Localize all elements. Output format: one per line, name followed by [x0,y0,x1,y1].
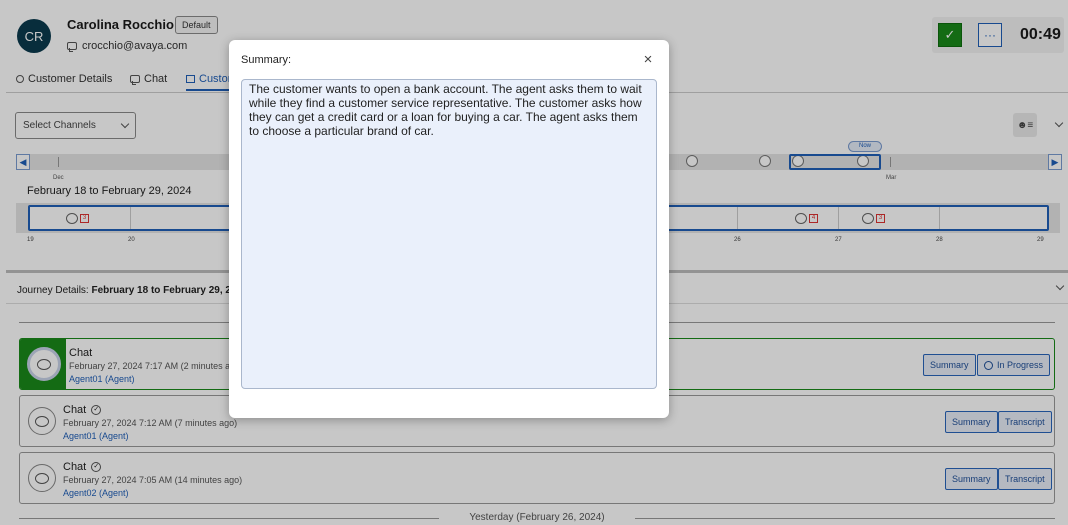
summary-textarea[interactable]: The customer wants to open a bank accoun… [241,79,657,389]
dialog-title: Summary: [241,54,292,66]
summary-dialog: Summary: × The customer wants to open a … [229,40,669,418]
close-icon[interactable]: × [640,52,656,68]
